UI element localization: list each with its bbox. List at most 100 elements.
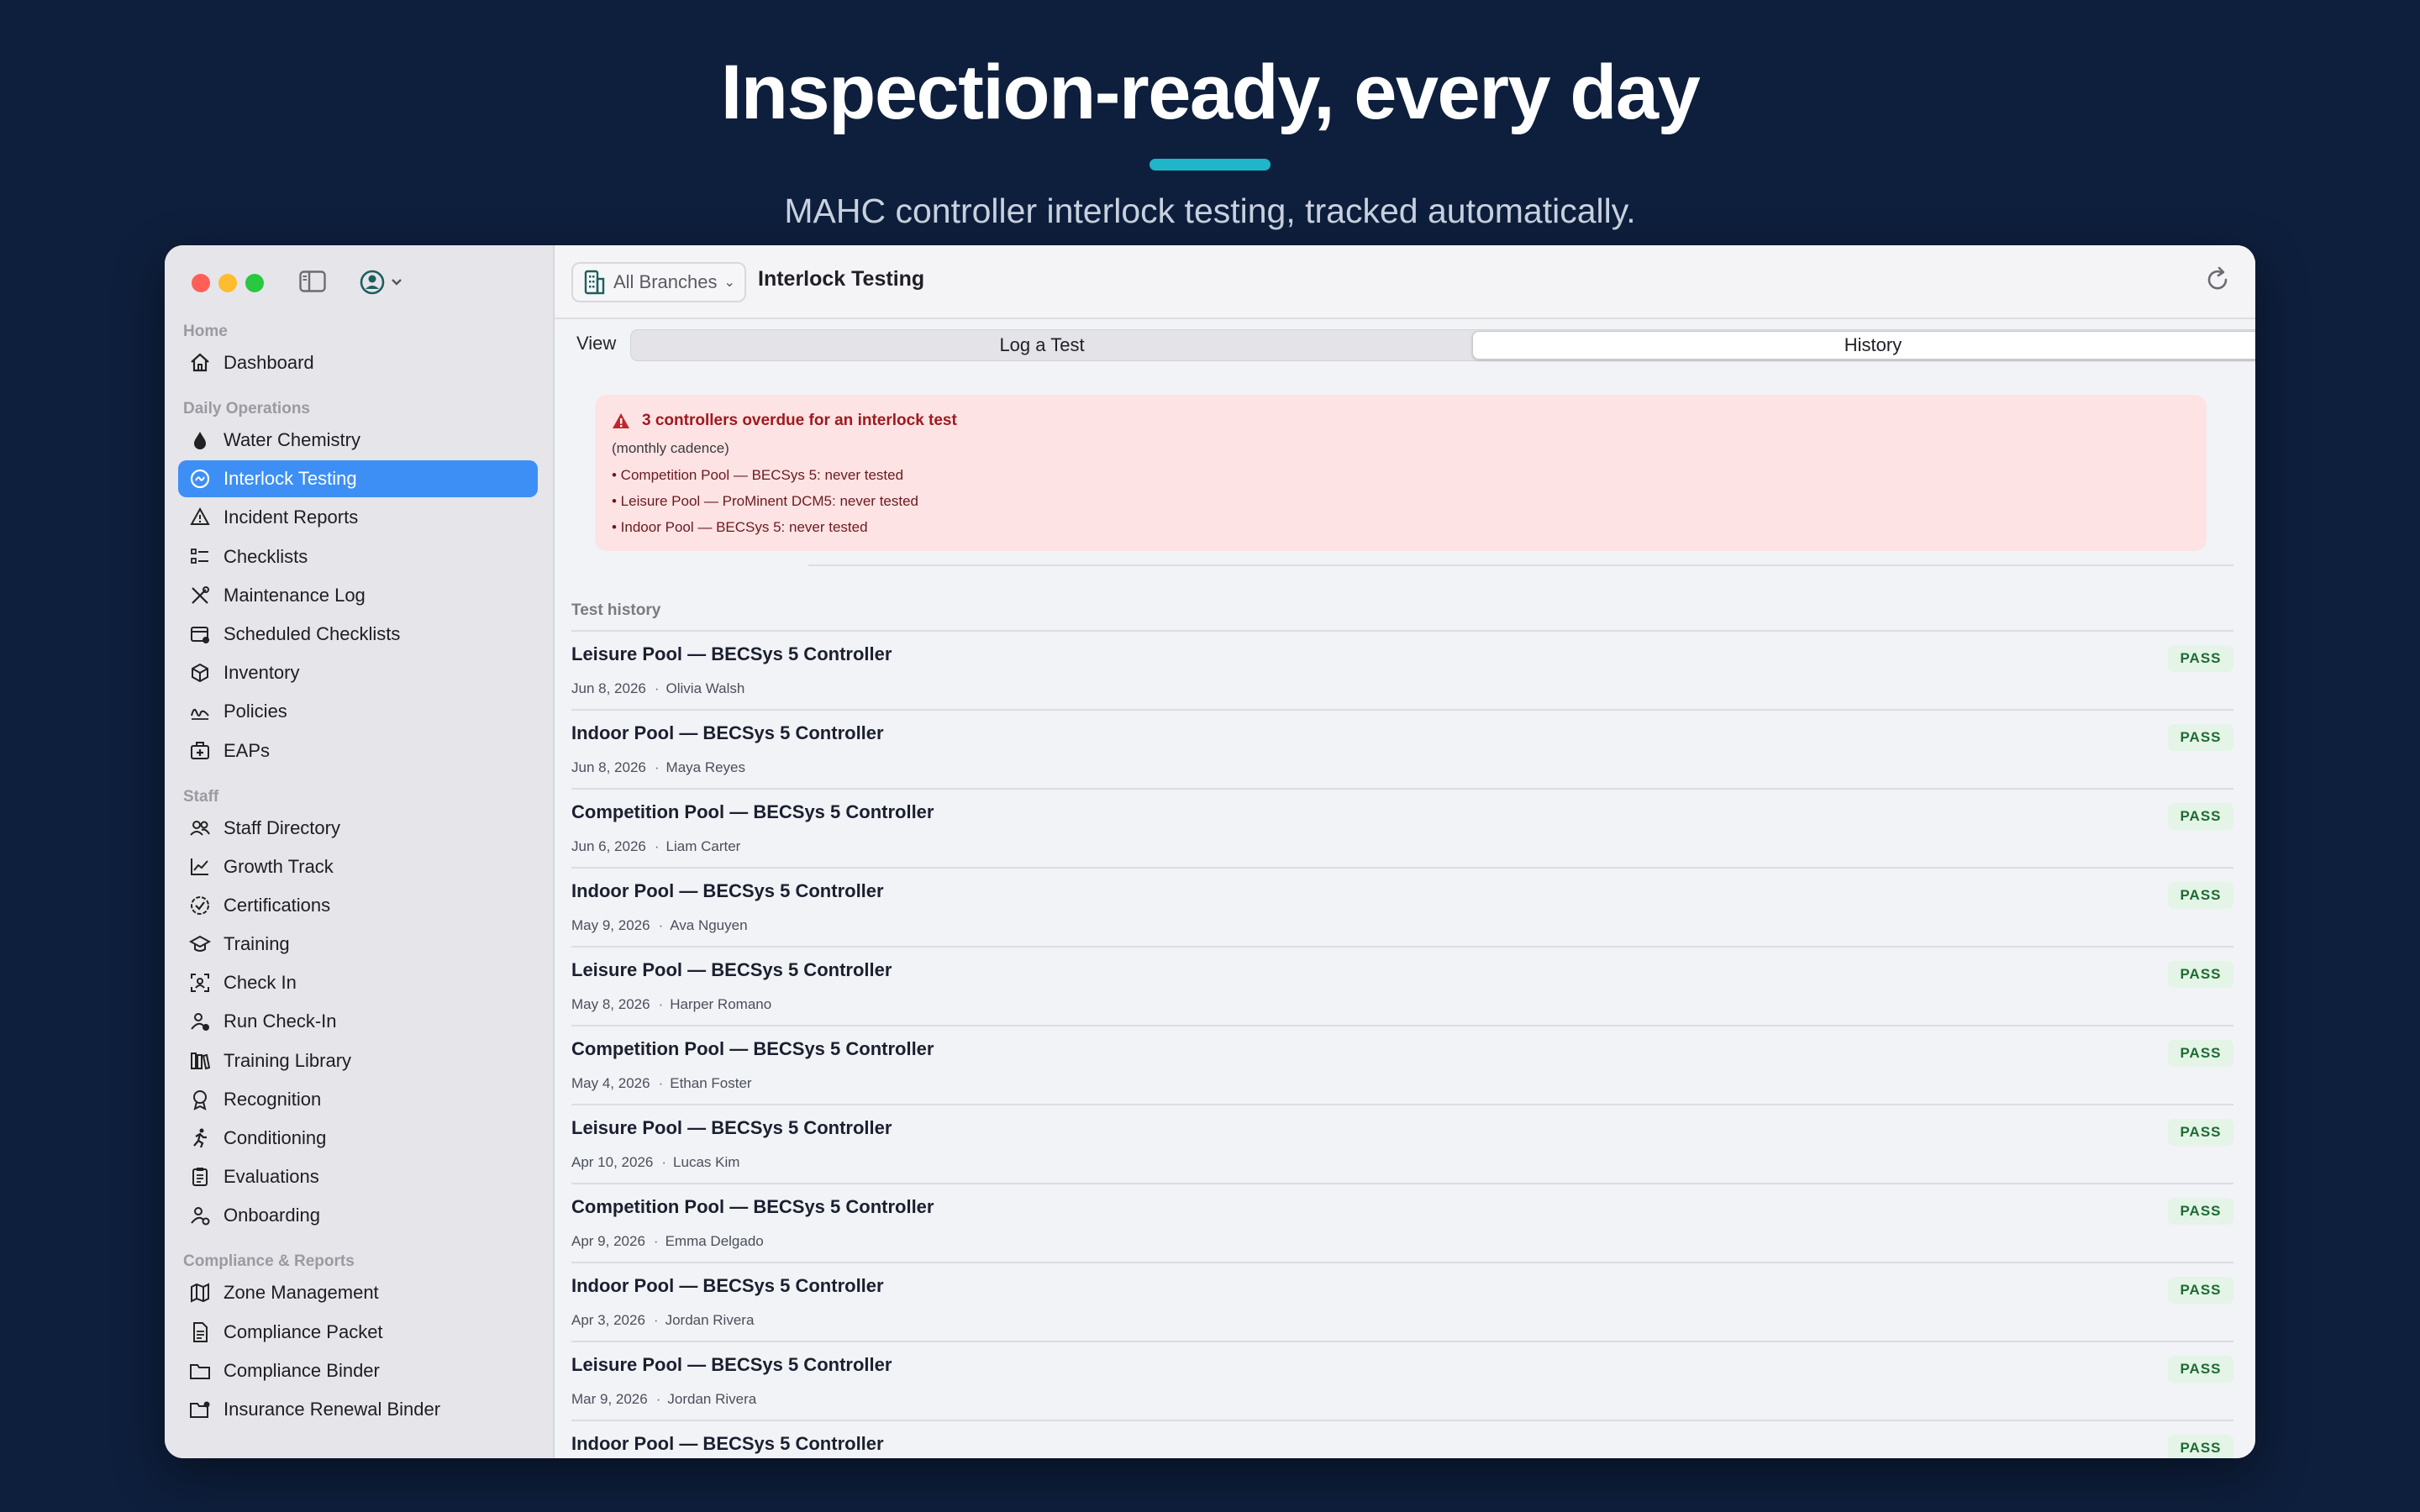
clipboard-icon xyxy=(188,1165,212,1189)
history-row[interactable]: Competition Pool — BECSys 5 Controller Ju… xyxy=(571,788,2233,867)
status-badge: PASS xyxy=(2168,803,2233,830)
history-row[interactable]: Indoor Pool — BECSys 5 Controller PASS xyxy=(571,1420,2233,1458)
sidebar-item-checklists[interactable]: Checklists xyxy=(178,538,538,575)
segment-history[interactable]: History xyxy=(1472,331,2255,360)
sidebar-item-evaluations[interactable]: Evaluations xyxy=(178,1158,538,1195)
status-badge: PASS xyxy=(2168,724,2233,751)
history-row-meta: Jun 8, 2026 · Maya Reyes xyxy=(571,759,745,776)
sidebar-section-header: Home xyxy=(183,323,228,340)
sidebar-item-onboarding[interactable]: Onboarding xyxy=(178,1197,538,1234)
sidebar-item-scheduled-checklists[interactable]: Scheduled Checklists xyxy=(178,616,538,653)
sidebar-item-insurance-renewal-binder[interactable]: Insurance Renewal Binder xyxy=(178,1391,538,1428)
sidebar-item-eaps[interactable]: EAPs xyxy=(178,732,538,769)
status-badge: PASS xyxy=(2168,1040,2233,1067)
hero-title: Inspection-ready, every day xyxy=(720,50,1701,135)
sidebar-item-inventory[interactable]: Inventory xyxy=(178,654,538,691)
sidebar-item-compliance-packet[interactable]: Compliance Packet xyxy=(178,1314,538,1351)
history-row-date: Jun 8, 2026 xyxy=(571,759,646,775)
history-row-person: Ethan Foster xyxy=(670,1075,752,1091)
minimize-window-button[interactable] xyxy=(218,274,237,292)
history-row[interactable]: Indoor Pool — BECSys 5 Controller Jun 8, … xyxy=(571,709,2233,788)
history-row-meta: May 8, 2026 · Harper Romano xyxy=(571,996,771,1013)
history-row-meta: Apr 10, 2026 · Lucas Kim xyxy=(571,1154,739,1171)
account-menu-button[interactable] xyxy=(360,269,410,296)
sidebar-item-label: Onboarding xyxy=(224,1205,320,1226)
sidebar-item-label: Water Chemistry xyxy=(224,429,360,450)
history-row[interactable]: Indoor Pool — BECSys 5 Controller May 9, … xyxy=(571,867,2233,946)
sidebar-item-training-library[interactable]: Training Library xyxy=(178,1042,538,1079)
sidebar-item-label: Conditioning xyxy=(224,1127,327,1148)
refresh-icon[interactable] xyxy=(2203,265,2232,294)
sidebar-item-interlock-testing[interactable]: Interlock Testing xyxy=(178,460,538,498)
history-row[interactable]: Competition Pool — BECSys 5 Controller Ap… xyxy=(571,1183,2233,1262)
meta-separator: · xyxy=(658,996,664,1012)
sidebar-item-zone-management[interactable]: Zone Management xyxy=(178,1274,538,1311)
sidebar-item-training[interactable]: Training xyxy=(178,926,538,963)
history-row[interactable]: Indoor Pool — BECSys 5 Controller Apr 3, … xyxy=(571,1262,2233,1341)
house-icon xyxy=(188,351,212,375)
sidebar-item-check-in[interactable]: Check In xyxy=(178,964,538,1001)
sidebar-item-staff-directory[interactable]: Staff Directory xyxy=(178,810,538,847)
first-aid-kit-icon xyxy=(188,739,212,763)
sidebar-section-header: Staff xyxy=(183,787,219,806)
history-row-title: Competition Pool — BECSys 5 Controller xyxy=(571,801,934,822)
history-row[interactable]: Leisure Pool — BECSys 5 Controller May 8,… xyxy=(571,946,2233,1025)
sidebar-item-incident-reports[interactable]: Incident Reports xyxy=(178,499,538,536)
history-row-meta: Jun 8, 2026 · Olivia Walsh xyxy=(571,680,744,697)
history-row[interactable]: Leisure Pool — BECSys 5 Controller Jun 8,… xyxy=(571,630,2233,709)
alert-line: • Indoor Pool — BECSys 5: never tested xyxy=(612,519,868,535)
zoom-window-button[interactable] xyxy=(245,274,264,292)
calendar-badge-icon xyxy=(188,622,212,646)
meta-separator: · xyxy=(655,1391,661,1407)
check-seal-icon xyxy=(188,894,212,917)
wrench-screwdriver-icon xyxy=(188,584,212,607)
sidebar-item-label: Run Check-In xyxy=(224,1011,337,1032)
sidebar-item-dashboard[interactable]: Dashboard xyxy=(178,344,538,381)
sidebar-toggle-icon[interactable] xyxy=(299,270,326,292)
status-badge: PASS xyxy=(2168,882,2233,909)
award-icon xyxy=(188,1088,212,1111)
people-icon xyxy=(188,816,212,840)
history-row[interactable]: Competition Pool — BECSys 5 Controller Ma… xyxy=(571,1025,2233,1104)
sidebar-item-policies[interactable]: Policies xyxy=(178,693,538,730)
history-row-person: Lucas Kim xyxy=(673,1154,740,1170)
branch-selector-label: All Branches xyxy=(613,271,718,292)
meta-separator: · xyxy=(661,1154,667,1170)
box-icon xyxy=(188,661,212,685)
history-row-title: Leisure Pool — BECSys 5 Controller xyxy=(571,1117,892,1138)
history-row-meta: May 9, 2026 · Ava Nguyen xyxy=(571,917,748,934)
test-history-list: Leisure Pool — BECSys 5 Controller Jun 8,… xyxy=(555,630,2255,1458)
gauge-icon xyxy=(188,467,212,491)
app-window: Home Dashboard Daily Operations Water Chemi… xyxy=(165,245,2255,1458)
status-badge: PASS xyxy=(2168,1119,2233,1146)
sidebar-item-certifications[interactable]: Certifications xyxy=(178,887,538,924)
sidebar-item-conditioning[interactable]: Conditioning xyxy=(178,1120,538,1157)
sidebar-item-label: Dashboard xyxy=(224,352,314,373)
history-row-person: Harper Romano xyxy=(670,996,772,1012)
branch-selector[interactable]: All Branches ⌄ xyxy=(571,262,746,302)
hero-subtitle: MAHC controller interlock testing, track… xyxy=(784,192,1636,230)
sidebar-item-water-chemistry[interactable]: Water Chemistry xyxy=(178,422,538,459)
sidebar-item-label: Check In xyxy=(224,972,297,994)
sidebar-item-compliance-binder[interactable]: Compliance Binder xyxy=(178,1352,538,1389)
history-row-title: Competition Pool — BECSys 5 Controller xyxy=(571,1038,934,1059)
meta-separator: · xyxy=(653,1312,659,1328)
checklist-icon xyxy=(188,545,212,569)
segment-log-a-test[interactable]: Log a Test xyxy=(631,330,1453,360)
sidebar-item-growth-track[interactable]: Growth Track xyxy=(178,848,538,885)
history-row-person: Olivia Walsh xyxy=(666,680,745,696)
document-icon xyxy=(188,1320,212,1344)
sidebar-item-maintenance-log[interactable]: Maintenance Log xyxy=(178,577,538,614)
sidebar-item-label: Zone Management xyxy=(224,1282,379,1304)
history-row[interactable]: Leisure Pool — BECSys 5 Controller Mar 9,… xyxy=(571,1341,2233,1420)
sidebar-item-recognition[interactable]: Recognition xyxy=(178,1081,538,1118)
toolbar: All Branches ⌄ Interlock Testing xyxy=(555,245,2255,319)
history-row-date: Mar 9, 2026 xyxy=(571,1391,648,1407)
figure-run-icon xyxy=(188,1126,212,1150)
history-row-title: Indoor Pool — BECSys 5 Controller xyxy=(571,880,884,901)
history-row-person: Maya Reyes xyxy=(666,759,746,775)
sidebar-item-label: Recognition xyxy=(224,1088,322,1110)
history-row[interactable]: Leisure Pool — BECSys 5 Controller Apr 10… xyxy=(571,1104,2233,1183)
sidebar-item-run-check-in[interactable]: Run Check-In xyxy=(178,1003,538,1040)
close-window-button[interactable] xyxy=(192,274,210,292)
